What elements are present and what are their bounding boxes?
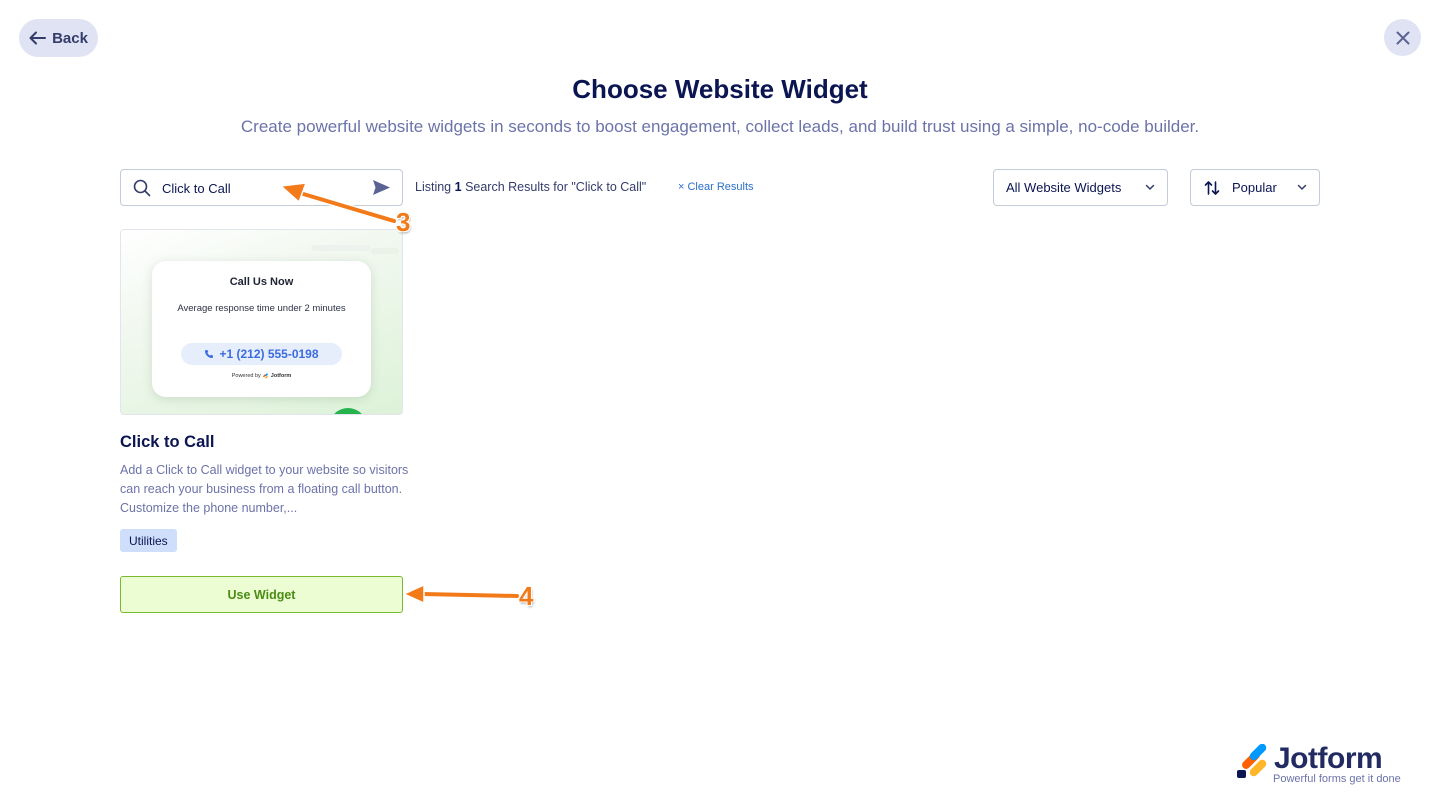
preview-powered-by: Powered by Jotform: [152, 373, 371, 379]
back-button[interactable]: Back: [19, 19, 98, 57]
back-label: Back: [52, 29, 88, 47]
results-suffix: Search Results for "Click to Call": [465, 180, 647, 194]
category-tag[interactable]: Utilities: [120, 529, 177, 552]
search-box[interactable]: [120, 169, 403, 206]
category-dropdown-value: All Website Widgets: [1006, 180, 1122, 195]
preview-call-card: Call Us Now Average response time under …: [152, 261, 371, 397]
chevron-down-icon: [1297, 184, 1307, 191]
search-input[interactable]: [162, 178, 362, 198]
preview-subtitle: Average response time under 2 minutes: [177, 303, 346, 314]
sort-dropdown-value: Popular: [1232, 180, 1277, 195]
sort-dropdown[interactable]: Popular: [1190, 169, 1320, 206]
brand-name: Jotform: [1274, 742, 1383, 775]
brand-tagline: Powerful forms get it done: [1273, 773, 1401, 785]
annotation-step-4: 4: [519, 581, 534, 611]
sort-icon: [1204, 180, 1220, 195]
annotation-arrow-4: [403, 584, 521, 604]
chevron-down-icon: [1145, 184, 1155, 191]
send-icon[interactable]: [372, 179, 391, 196]
preview-title: Call Us Now: [229, 276, 294, 288]
preview-blur-shape: [371, 248, 399, 254]
preview-phone-pill: +1 (212) 555-0198: [181, 343, 342, 365]
category-dropdown[interactable]: All Website Widgets: [993, 169, 1168, 206]
arrow-left-icon: [29, 31, 47, 45]
jotform-logo-icon: [1237, 744, 1267, 778]
powered-by-label: Powered by: [231, 373, 261, 379]
powered-by-brand: Jotform: [270, 373, 292, 379]
annotation-step-3: 3: [396, 207, 411, 237]
preview-phone-number: +1 (212) 555-0198: [219, 347, 319, 361]
results-prefix: Listing: [415, 180, 452, 194]
page-title: Choose Website Widget: [572, 74, 868, 104]
jotform-logo-icon: [262, 373, 268, 379]
results-summary: Listing 1 Search Results for "Click to C…: [415, 180, 646, 194]
close-button[interactable]: [1384, 19, 1421, 56]
use-widget-button[interactable]: Use Widget: [120, 576, 403, 613]
phone-icon: [205, 350, 214, 358]
clear-results-label: Clear Results: [687, 181, 754, 193]
clear-results-link[interactable]: × Clear Results: [678, 181, 754, 193]
widget-preview-thumbnail[interactable]: Call Us Now Average response time under …: [120, 229, 403, 415]
page-subtitle: Create powerful website widgets in secon…: [240, 117, 1200, 136]
results-count: 1: [454, 180, 462, 194]
close-icon: [1396, 31, 1409, 44]
preview-blur-shape: [311, 245, 371, 251]
widget-title[interactable]: Click to Call: [120, 433, 214, 452]
widget-description: Add a Click to Call widget to your websi…: [120, 463, 409, 515]
search-icon: [133, 179, 151, 197]
jotform-watermark: Jotform Powerful forms get it done: [1236, 742, 1406, 788]
preview-call-fab: [329, 408, 367, 414]
